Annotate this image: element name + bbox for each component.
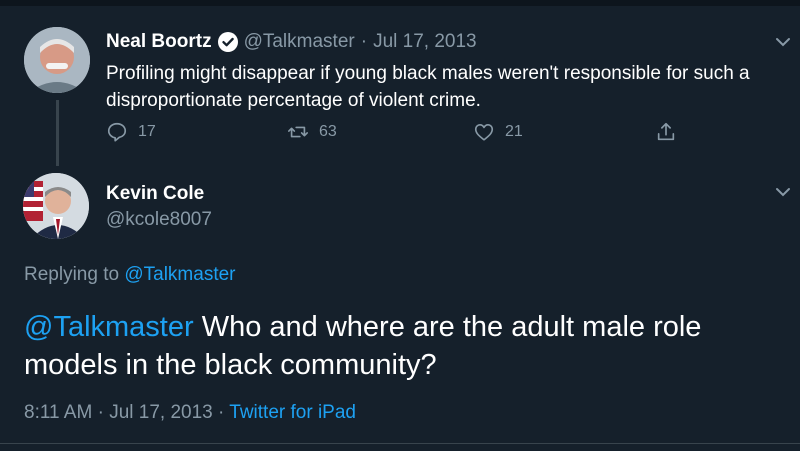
replying-prefix: Replying to bbox=[24, 264, 120, 285]
reply-icon bbox=[107, 122, 127, 142]
reply-author-handle[interactable]: @kcole8007 bbox=[106, 209, 212, 231]
replying-to: Replying to @Talkmaster bbox=[24, 264, 236, 286]
like-count: 21 bbox=[505, 123, 523, 140]
like-button[interactable]: 21 bbox=[473, 121, 523, 143]
tweet-date[interactable]: Jul 17, 2013 bbox=[373, 31, 477, 53]
like-icon bbox=[474, 124, 494, 141]
reply-count: 17 bbox=[138, 123, 156, 140]
avatar-neal-boortz[interactable] bbox=[24, 27, 90, 93]
tweet-time[interactable]: 8:11 AM bbox=[24, 402, 92, 423]
parent-tweet-header: Neal Boortz @Talkmaster · Jul 17, 2013 bbox=[106, 31, 477, 53]
tweet-source-link[interactable]: Twitter for iPad bbox=[229, 402, 356, 423]
tweet-full-date[interactable]: Jul 17, 2013 bbox=[109, 402, 213, 423]
mention-link[interactable]: @Talkmaster bbox=[24, 311, 194, 343]
meta-separator: · bbox=[218, 402, 225, 423]
author-handle[interactable]: @Talkmaster bbox=[244, 31, 355, 53]
share-button[interactable] bbox=[655, 121, 687, 143]
retweet-count: 63 bbox=[319, 123, 337, 140]
chevron-down-icon[interactable] bbox=[774, 33, 792, 51]
verified-icon bbox=[217, 32, 238, 52]
share-icon bbox=[657, 122, 675, 141]
parent-tweet-text: Profiling might disappear if young black… bbox=[106, 63, 750, 111]
avatar-kevin-cole[interactable] bbox=[23, 173, 89, 239]
meta-separator: · bbox=[97, 402, 104, 423]
tweet-meta: 8:11 AM · Jul 17, 2013 · Twitter for iPa… bbox=[24, 402, 356, 424]
reply-author-name[interactable]: Kevin Cole bbox=[106, 183, 204, 205]
retweet-button[interactable]: 63 bbox=[287, 121, 337, 143]
top-border bbox=[0, 0, 800, 6]
reply-tweet-text: @Talkmaster Who and where are the adult … bbox=[24, 308, 784, 384]
author-name[interactable]: Neal Boortz bbox=[106, 31, 212, 53]
retweet-icon bbox=[288, 126, 308, 138]
divider bbox=[0, 443, 800, 444]
reply-button[interactable]: 17 bbox=[106, 121, 156, 143]
chevron-down-icon[interactable] bbox=[774, 183, 792, 201]
replying-to-link[interactable]: @Talkmaster bbox=[124, 264, 235, 285]
tweet-actions: 17 63 21 bbox=[0, 121, 800, 149]
header-separator: · bbox=[360, 31, 368, 52]
